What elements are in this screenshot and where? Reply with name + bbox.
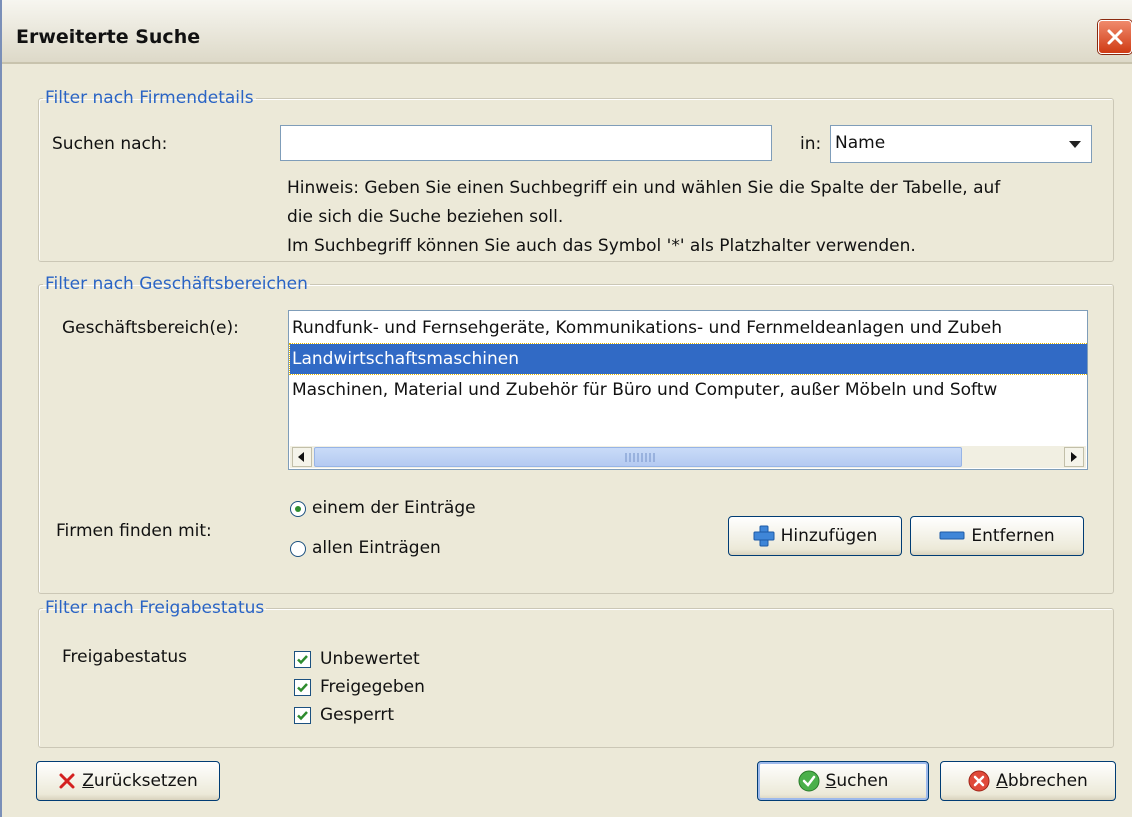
remove-button-label: Entfernen xyxy=(971,526,1055,546)
horizontal-scrollbar[interactable] xyxy=(290,446,1086,468)
close-button[interactable] xyxy=(1098,20,1132,54)
geschaeftsbereich-list[interactable]: Rundfunk- und Fernsehgeräte, Kommunikati… xyxy=(288,310,1088,470)
arrow-left-icon xyxy=(298,452,304,462)
checkbox-freigegeben-label[interactable]: Freigegeben xyxy=(320,677,425,697)
search-button-label: Suchen xyxy=(825,771,889,791)
scrollbar-thumb[interactable] xyxy=(314,447,962,467)
freigabestatus-group: Filter nach Freigabestatus xyxy=(38,598,1114,748)
window-border xyxy=(0,0,2,817)
checkbox-gesperrt-label[interactable]: Gesperrt xyxy=(320,705,394,725)
checkmark-icon xyxy=(297,655,308,665)
reset-button[interactable]: Zurücksetzen xyxy=(36,761,220,801)
list-item-selected[interactable]: Landwirtschaftsmaschinen xyxy=(289,343,1087,375)
title-bar[interactable]: Erweiterte Suche xyxy=(2,0,1132,64)
cancel-circle-icon xyxy=(968,770,990,792)
list-item[interactable]: Rundfunk- und Fernsehgeräte, Kommunikati… xyxy=(290,313,1087,343)
chevron-down-icon xyxy=(1069,141,1081,148)
geschaeftsbereiche-legend: Filter nach Geschäftsbereichen xyxy=(45,274,308,294)
add-button[interactable]: Hinzufügen xyxy=(728,516,902,556)
hint-line-3: Im Suchbegriff können Sie auch das Symbo… xyxy=(287,236,916,256)
search-label: Suchen nach: xyxy=(52,134,168,154)
radio-all-entries[interactable] xyxy=(290,541,306,557)
add-button-label: Hinzufügen xyxy=(780,526,878,546)
geschaeftsbereich-label: Geschäftsbereich(e): xyxy=(62,318,239,338)
arrow-right-icon xyxy=(1071,452,1077,462)
window-title: Erweiterte Suche xyxy=(16,26,201,48)
search-button[interactable]: Suchen xyxy=(757,761,929,801)
remove-button[interactable]: Entfernen xyxy=(910,516,1084,556)
radio-all-entries-label[interactable]: allen Einträgen xyxy=(312,538,441,558)
x-icon xyxy=(58,772,76,790)
list-item[interactable]: Maschinen, Material und Zubehör für Büro… xyxy=(290,375,1087,405)
grip-icon xyxy=(625,453,655,462)
checkbox-freigegeben[interactable] xyxy=(294,679,311,696)
minus-icon xyxy=(939,530,965,542)
radio-any-entry-label[interactable]: einem der Einträge xyxy=(312,498,476,518)
checkmark-icon xyxy=(297,683,308,693)
scroll-left-button[interactable] xyxy=(292,447,312,467)
checkbox-unbewertet-label[interactable]: Unbewertet xyxy=(320,649,420,669)
checkbox-gesperrt[interactable] xyxy=(294,707,311,724)
in-label: in: xyxy=(800,134,822,154)
cancel-button[interactable]: Abbrechen xyxy=(940,761,1116,801)
freigabestatus-label: Freigabestatus xyxy=(62,647,188,667)
freigabestatus-legend: Filter nach Freigabestatus xyxy=(45,598,265,618)
radio-any-entry[interactable] xyxy=(290,501,306,517)
close-icon xyxy=(1107,29,1123,45)
plus-icon xyxy=(753,525,775,547)
hint-line-2: die sich die Suche beziehen soll. xyxy=(287,207,564,227)
column-select-value: Name xyxy=(835,133,886,153)
checkbox-unbewertet[interactable] xyxy=(294,651,311,668)
scroll-right-button[interactable] xyxy=(1064,447,1084,467)
search-input[interactable] xyxy=(280,125,772,161)
check-circle-icon xyxy=(798,770,820,792)
column-select[interactable]: Name xyxy=(830,125,1092,163)
hint-line-1: Hinweis: Geben Sie einen Suchbegriff ein… xyxy=(287,178,1001,198)
match-label: Firmen finden mit: xyxy=(56,521,212,541)
firmendetails-legend: Filter nach Firmendetails xyxy=(45,88,254,108)
cancel-button-label: Abbrechen xyxy=(996,771,1088,791)
reset-button-label: Zurücksetzen xyxy=(82,771,198,791)
checkmark-icon xyxy=(297,711,308,721)
